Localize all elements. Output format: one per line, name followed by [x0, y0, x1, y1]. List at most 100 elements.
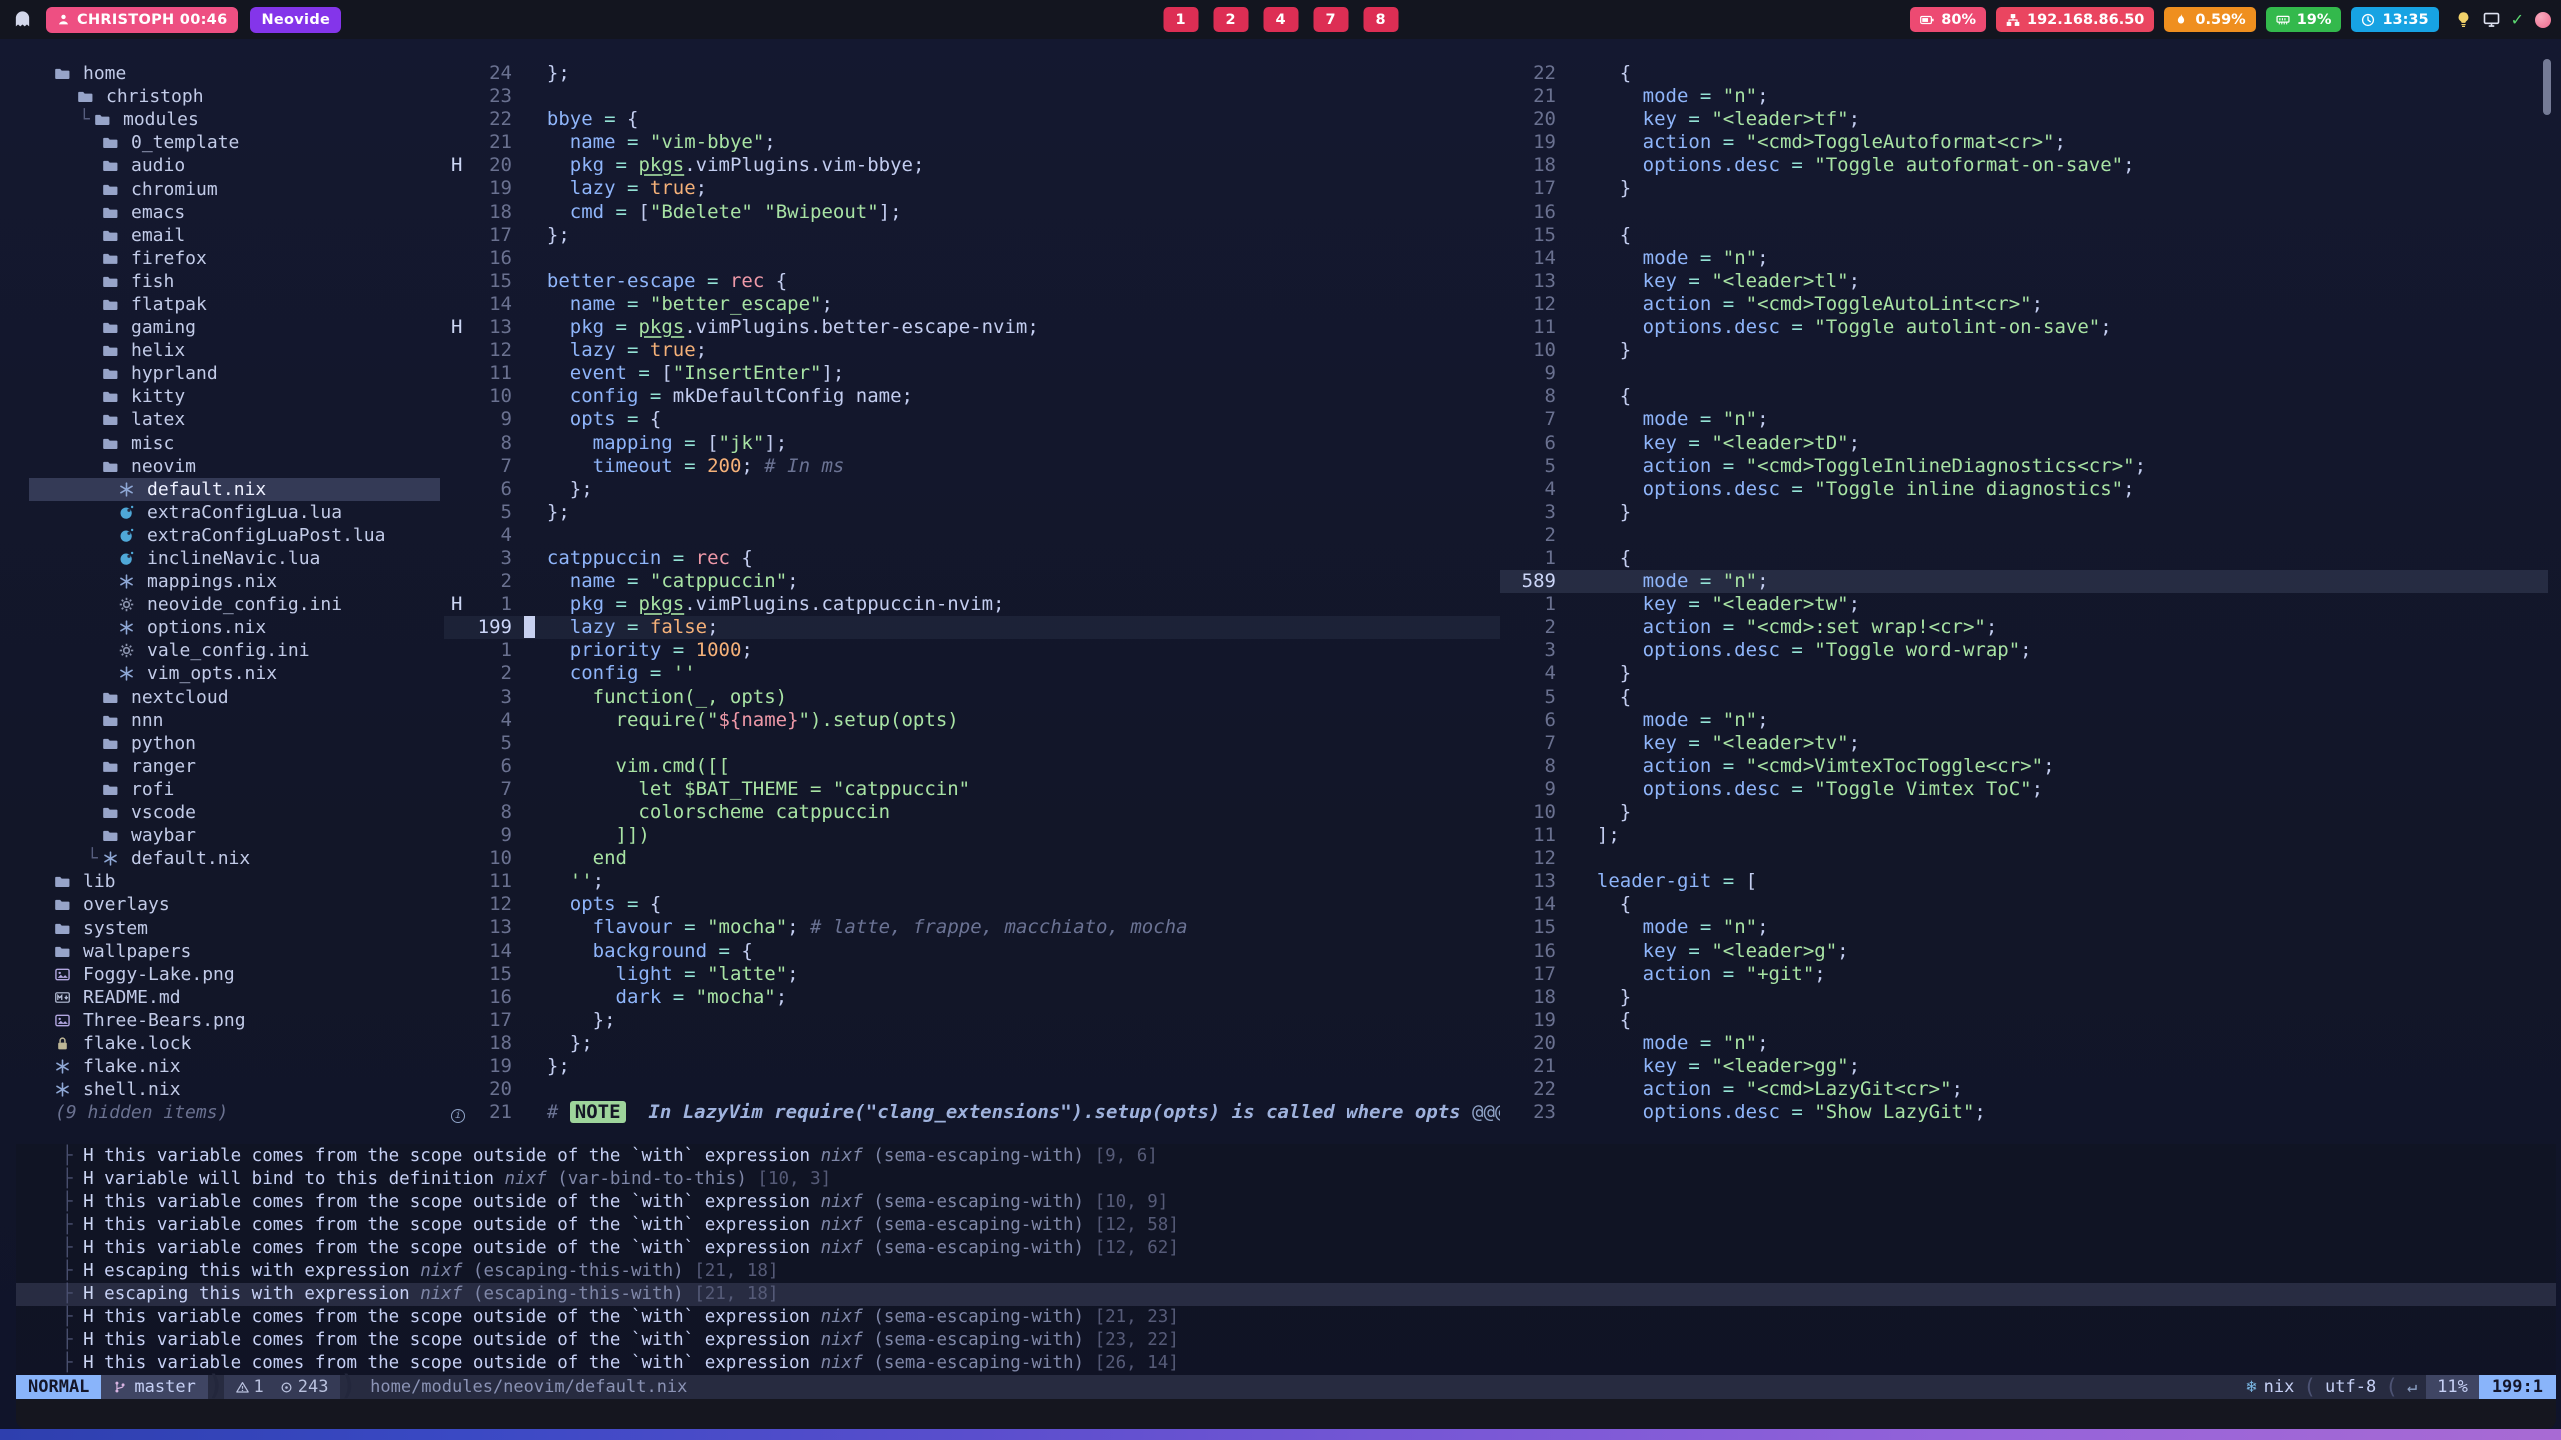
diagnostic-row[interactable]: ├ H escaping this with expression nixf (…	[16, 1259, 2556, 1282]
code-line[interactable]: 1 priority = 1000;	[444, 639, 1500, 662]
tree-item-shell-nix[interactable]: shell.nix	[29, 1078, 440, 1101]
code-line[interactable]: 7 let $BAT_THEME = "catppuccin"	[444, 778, 1500, 801]
tree-item-home[interactable]: home	[29, 62, 440, 85]
tree-item-9-hidden-items[interactable]: (9 hidden items)	[29, 1101, 440, 1124]
tree-item-vale-config-ini[interactable]: vale_config.ini	[29, 639, 440, 662]
code-line[interactable]: 18 options.desc = "Toggle autoformat-on-…	[1500, 154, 2548, 177]
code-line[interactable]: 23	[444, 85, 1500, 108]
code-line[interactable]: 2	[1500, 524, 2548, 547]
code-line[interactable]: 9 options.desc = "Toggle Vimtex ToC";	[1500, 778, 2548, 801]
code-line[interactable]: 17 }	[1500, 177, 2548, 200]
tree-item-hyprland[interactable]: hyprland	[29, 362, 440, 385]
code-line[interactable]: 5 };	[444, 501, 1500, 524]
diagnostic-row[interactable]: ├ H this variable comes from the scope o…	[16, 1306, 2556, 1329]
code-line[interactable]: 15 mode = "n";	[1500, 916, 2548, 939]
tree-item-kitty[interactable]: kitty	[29, 385, 440, 408]
code-line[interactable]: 15 {	[1500, 224, 2548, 247]
code-line[interactable]: 10 end	[444, 847, 1500, 870]
code-line[interactable]: 17 };	[444, 224, 1500, 247]
tree-item-wallpapers[interactable]: wallpapers	[29, 940, 440, 963]
code-line[interactable]: 19 {	[1500, 1009, 2548, 1032]
tree-item-inclinenavic-lua[interactable]: inclineNavic.lua	[29, 547, 440, 570]
code-line[interactable]: H20 pkg = pkgs.vimPlugins.vim-bbye;	[444, 154, 1500, 177]
code-line[interactable]: 10 }	[1500, 801, 2548, 824]
code-line[interactable]: 6 key = "<leader>tD";	[1500, 432, 2548, 455]
code-line[interactable]: 22 bbye = {	[444, 108, 1500, 131]
tree-item-rofi[interactable]: rofi	[29, 778, 440, 801]
code-line[interactable]: 3 catppuccin = rec {	[444, 547, 1500, 570]
check-icon[interactable]: ✓	[2511, 10, 2524, 29]
tree-item-extraconfigluapost-lua[interactable]: extraConfigLuaPost.lua	[29, 524, 440, 547]
code-line[interactable]: 10 }	[1500, 339, 2548, 362]
tree-item-flake-nix[interactable]: flake.nix	[29, 1055, 440, 1078]
code-line[interactable]: 4 options.desc = "Toggle inline diagnost…	[1500, 478, 2548, 501]
code-line[interactable]: 23 options.desc = "Show LazyGit";	[1500, 1101, 2548, 1124]
code-line[interactable]: 19 action = "<cmd>ToggleAutoformat<cr>";	[1500, 131, 2548, 154]
tree-item-default-nix[interactable]: └default.nix	[29, 847, 440, 870]
tree-item-gaming[interactable]: gaming	[29, 316, 440, 339]
code-line[interactable]: 14 {	[1500, 893, 2548, 916]
tree-item-helix[interactable]: helix	[29, 339, 440, 362]
workspace-button[interactable]: 1	[1163, 7, 1198, 32]
code-line[interactable]: 5 {	[1500, 686, 2548, 709]
tree-item-modules[interactable]: └modules	[29, 108, 440, 131]
code-line[interactable]: 11 options.desc = "Toggle autolint-on-sa…	[1500, 316, 2548, 339]
command-line-area[interactable]	[16, 1399, 2556, 1429]
code-line[interactable]: 6 };	[444, 478, 1500, 501]
code-line[interactable]: 3 }	[1500, 501, 2548, 524]
tree-item-emacs[interactable]: emacs	[29, 201, 440, 224]
tree-item-neovide-config-ini[interactable]: neovide_config.ini	[29, 593, 440, 616]
diagnostic-row[interactable]: ├ H this variable comes from the scope o…	[16, 1190, 2556, 1213]
code-line[interactable]: 11 event = ["InsertEnter"];	[444, 362, 1500, 385]
tree-item-system[interactable]: system	[29, 916, 440, 939]
code-line[interactable]: 12 lazy = true;	[444, 339, 1500, 362]
code-line[interactable]: 589 mode = "n";	[1500, 570, 2548, 593]
code-line[interactable]: 17 action = "+git";	[1500, 963, 2548, 986]
tree-item-nextcloud[interactable]: nextcloud	[29, 686, 440, 709]
code-line[interactable]: i21 # NOTE In LazyVim require("clang_ext…	[444, 1101, 1500, 1124]
tree-item-email[interactable]: email	[29, 224, 440, 247]
code-line[interactable]: 11 '';	[444, 870, 1500, 893]
code-line[interactable]: 22 action = "<cmd>LazyGit<cr>";	[1500, 1078, 2548, 1101]
tree-item-christoph[interactable]: christoph	[29, 85, 440, 108]
code-line[interactable]: 20 key = "<leader>tf";	[1500, 108, 2548, 131]
tree-item-flake-lock[interactable]: flake.lock	[29, 1032, 440, 1055]
tree-item-flatpak[interactable]: flatpak	[29, 293, 440, 316]
code-line[interactable]: 8 mapping = ["jk"];	[444, 432, 1500, 455]
code-line[interactable]: 7 mode = "n";	[1500, 408, 2548, 431]
tree-item-three-bears-png[interactable]: Three-Bears.png	[29, 1009, 440, 1032]
tree-item-readme-md[interactable]: README.md	[29, 986, 440, 1009]
code-line[interactable]: 22 {	[1500, 62, 2548, 85]
code-line[interactable]: 18 }	[1500, 986, 2548, 1009]
diagnostic-row[interactable]: ├ H this variable comes from the scope o…	[16, 1236, 2556, 1259]
diagnostic-row[interactable]: ├ H escaping this with expression nixf (…	[16, 1283, 2556, 1306]
tree-item-audio[interactable]: audio	[29, 154, 440, 177]
tree-item-lib[interactable]: lib	[29, 870, 440, 893]
git-branch[interactable]: master	[101, 1375, 207, 1399]
code-line[interactable]: 12 opts = {	[444, 893, 1500, 916]
diagnostic-row[interactable]: ├ H this variable comes from the scope o…	[16, 1329, 2556, 1352]
tree-item-0-template[interactable]: 0_template	[29, 131, 440, 154]
code-line[interactable]: 21 name = "vim-bbye";	[444, 131, 1500, 154]
code-line[interactable]: 6 mode = "n";	[1500, 709, 2548, 732]
code-line[interactable]: 20	[444, 1078, 1500, 1101]
tree-item-vim-opts-nix[interactable]: vim_opts.nix	[29, 662, 440, 685]
code-line[interactable]: 16 key = "<leader>g";	[1500, 940, 2548, 963]
code-line[interactable]: 4 }	[1500, 662, 2548, 685]
code-line[interactable]: 1 {	[1500, 547, 2548, 570]
distro-logo-icon[interactable]	[10, 8, 34, 32]
tree-item-ranger[interactable]: ranger	[29, 755, 440, 778]
code-line[interactable]: 18 };	[444, 1032, 1500, 1055]
tree-item-neovim[interactable]: neovim	[29, 455, 440, 478]
code-line[interactable]: 15 better-escape = rec {	[444, 270, 1500, 293]
code-line[interactable]: 3 options.desc = "Toggle word-wrap";	[1500, 639, 2548, 662]
diagnostic-counts[interactable]: 1 243	[224, 1375, 341, 1399]
tree-item-misc[interactable]: misc	[29, 432, 440, 455]
code-line[interactable]: 16	[1500, 201, 2548, 224]
tree-item-chromium[interactable]: chromium	[29, 177, 440, 200]
code-line[interactable]: H1 pkg = pkgs.vimPlugins.catppuccin-nvim…	[444, 593, 1500, 616]
tree-item-python[interactable]: python	[29, 732, 440, 755]
scrollbar-thumb[interactable]	[2543, 59, 2551, 115]
code-line[interactable]: 5	[444, 732, 1500, 755]
code-line[interactable]: 13 key = "<leader>tl";	[1500, 270, 2548, 293]
